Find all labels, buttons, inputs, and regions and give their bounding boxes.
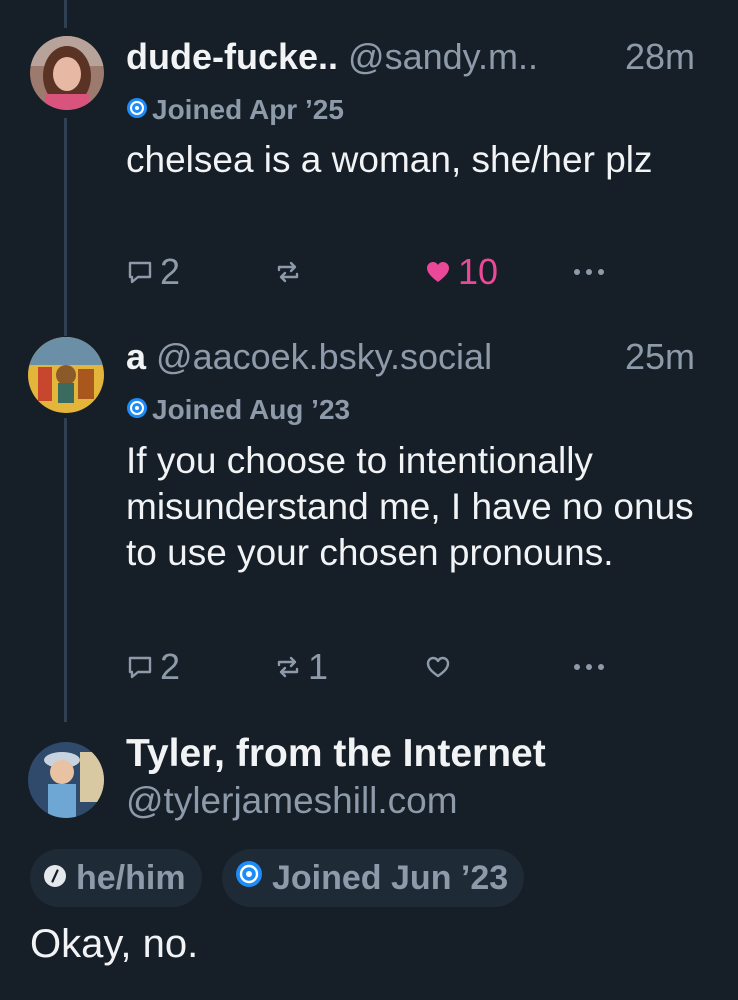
reply-count: 2 <box>160 251 181 292</box>
post-text: chelsea is a woman, she/her plz <box>126 139 653 180</box>
avatar[interactable] <box>30 36 104 110</box>
reply-icon <box>126 653 154 681</box>
user-handle[interactable]: @sandy.m.. <box>348 36 538 77</box>
avatar[interactable] <box>28 742 104 818</box>
joined-badge: Joined Apr ’25 <box>126 94 344 126</box>
repost-icon <box>274 653 302 681</box>
like-button[interactable] <box>424 643 458 691</box>
post-header: a @aacoek.bsky.social <box>126 336 492 378</box>
pronouns-pill: he/him <box>30 849 202 907</box>
reply-button[interactable]: 2 <box>126 643 180 691</box>
user-handle[interactable]: @aacoek.bsky.social <box>156 336 492 377</box>
user-handle[interactable]: @tylerjameshill.com <box>126 780 458 822</box>
display-name[interactable]: Tyler, from the Internet <box>126 732 546 776</box>
post-actions: 2 1 <box>126 643 606 691</box>
reply-icon <box>126 258 154 286</box>
post-text: Okay, no. <box>30 922 199 966</box>
pronouns-label: he/him <box>76 858 186 897</box>
ellipsis-icon <box>572 662 606 672</box>
display-name[interactable]: a <box>126 336 146 377</box>
post-header: dude-fucke.. @sandy.m.. <box>126 36 538 78</box>
post-time[interactable]: 28m <box>625 36 695 78</box>
bluesky-badge-icon <box>126 394 148 426</box>
reply-button[interactable]: 2 <box>126 248 180 296</box>
joined-pill: Joined Jun ’23 <box>222 849 525 907</box>
post-time[interactable]: 25m <box>625 336 695 378</box>
repost-button[interactable] <box>274 248 308 296</box>
joined-label: Joined Aug ’23 <box>152 394 351 425</box>
like-button[interactable]: 10 <box>424 248 498 296</box>
post-text: If you choose to intentionally misunders… <box>126 440 694 573</box>
joined-badge: Joined Aug ’23 <box>126 394 350 426</box>
more-options-button[interactable] <box>572 248 606 296</box>
thread-line-middle <box>64 118 67 336</box>
heart-outline-icon <box>424 653 452 681</box>
post-actions: 2 10 <box>126 248 606 296</box>
more-options-button[interactable] <box>572 643 606 691</box>
ellipsis-icon <box>572 267 606 277</box>
joined-label: Joined Apr ’25 <box>152 94 344 125</box>
bluesky-badge-icon <box>126 94 148 126</box>
heart-filled-icon <box>424 258 452 286</box>
repost-count: 1 <box>308 646 329 687</box>
bluesky-badge-icon <box>234 859 264 898</box>
avatar[interactable] <box>28 337 104 413</box>
joined-label: Joined Jun ’23 <box>272 858 509 897</box>
like-count: 10 <box>458 251 499 292</box>
repost-icon <box>274 258 302 286</box>
thread-line-top <box>64 0 67 28</box>
reply-count: 2 <box>160 646 181 687</box>
thread-line-bottom <box>64 418 67 722</box>
display-name[interactable]: dude-fucke.. <box>126 36 338 77</box>
slash-circle-icon <box>42 859 68 898</box>
repost-button[interactable]: 1 <box>274 643 328 691</box>
